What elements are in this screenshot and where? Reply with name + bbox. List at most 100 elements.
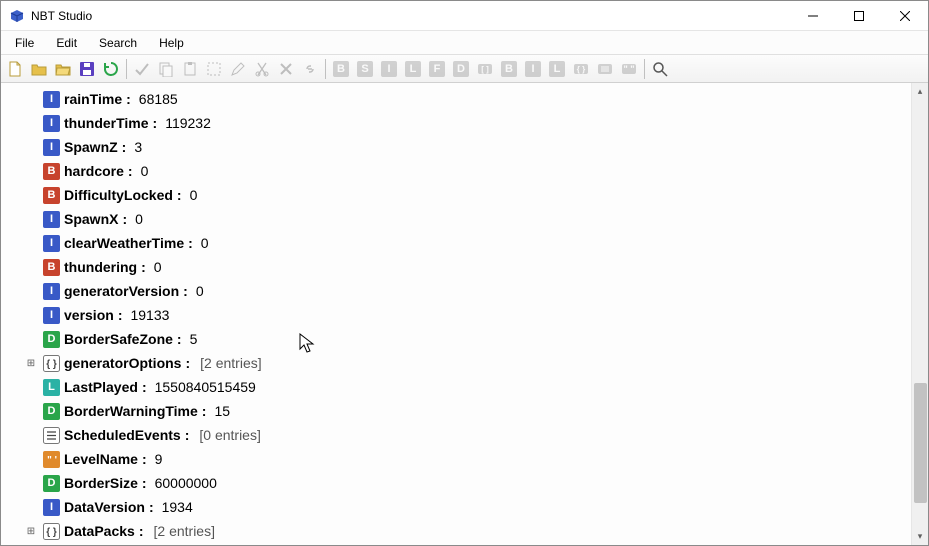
minimize-button[interactable]	[790, 1, 836, 31]
tree-row[interactable]: IrainTime:68185	[1, 87, 911, 111]
toolbar-separator	[325, 59, 326, 79]
tb-pencil[interactable]	[227, 58, 249, 80]
scroll-up-arrow[interactable]: ▴	[912, 83, 929, 100]
tb-tag-compound[interactable]: { }	[570, 58, 592, 80]
tree-row[interactable]: DBorderSafeZone:5	[1, 327, 911, 351]
bytearray-icon: [ ]	[477, 61, 493, 77]
tb-cut[interactable]	[251, 58, 273, 80]
colon: :	[122, 139, 127, 155]
tree-row[interactable]: IgeneratorVersion:0	[1, 279, 911, 303]
tb-copy[interactable]	[155, 58, 177, 80]
tree-row[interactable]: IclearWeatherTime:0	[1, 231, 911, 255]
colon: :	[128, 163, 133, 179]
tb-check[interactable]	[131, 58, 153, 80]
folder-open-icon	[55, 61, 71, 77]
svg-text:" ": " "	[47, 454, 57, 464]
vertical-scrollbar[interactable]: ▴ ▾	[911, 83, 928, 545]
tb-open-folder[interactable]	[28, 58, 50, 80]
tree-row[interactable]: " "LevelName:9	[1, 447, 911, 471]
menu-search[interactable]: Search	[89, 34, 147, 52]
menu-help[interactable]: Help	[149, 34, 194, 52]
tb-tag-string[interactable]: " "	[618, 58, 640, 80]
tree-row[interactable]: LLastPlayed:1550840515459	[1, 375, 911, 399]
scroll-thumb[interactable]	[914, 383, 927, 503]
file-icon	[7, 61, 23, 77]
expand-icon[interactable]: ⊞	[25, 357, 37, 369]
tag-value: 0	[190, 187, 198, 203]
toolbar-separator	[126, 59, 127, 79]
tag-value: 3	[134, 139, 142, 155]
tb-tag-byte[interactable]: B	[330, 58, 352, 80]
pencil-icon	[230, 61, 246, 77]
tree-row[interactable]: IDataVersion:1934	[1, 495, 911, 519]
expand-icon[interactable]: ⊞	[25, 525, 37, 537]
tb-tag-iarr[interactable]: I	[522, 58, 544, 80]
tag-key: generatorOptions	[64, 355, 181, 371]
tb-search[interactable]	[649, 58, 671, 80]
tree-row[interactable]: Bhardcore:0	[1, 159, 911, 183]
colon: :	[183, 283, 188, 299]
x-icon	[278, 61, 294, 77]
app-icon	[9, 8, 25, 24]
tree-row[interactable]: ⊞{ }generatorOptions:[2 entries]	[1, 351, 911, 375]
tag-key: BorderSafeZone	[64, 331, 173, 347]
tb-tag-int[interactable]: I	[378, 58, 400, 80]
tb-tag-larr[interactable]: L	[546, 58, 568, 80]
byte-tag-icon: B	[43, 187, 60, 204]
tag-value: 5	[190, 331, 198, 347]
tb-paste[interactable]	[179, 58, 201, 80]
tag-key: thunderTime	[64, 115, 149, 131]
tb-tag-short[interactable]: S	[354, 58, 376, 80]
colon: :	[177, 331, 182, 347]
nbt-tree[interactable]: IrainTime:68185IthunderTime:119232ISpawn…	[1, 83, 911, 545]
tb-select[interactable]	[203, 58, 225, 80]
byte-tag-icon: B	[43, 259, 60, 276]
tag-key: SpawnZ	[64, 139, 118, 155]
double-tag-icon: D	[43, 475, 60, 492]
tb-link[interactable]	[299, 58, 321, 80]
tree-row[interactable]: BDifficultyLocked:0	[1, 183, 911, 207]
close-button[interactable]	[882, 1, 928, 31]
tree-row[interactable]: ScheduledEvents:[0 entries]	[1, 423, 911, 447]
scroll-down-arrow[interactable]: ▾	[912, 528, 929, 545]
tag-key: thundering	[64, 259, 137, 275]
menubar: File Edit Search Help	[1, 31, 928, 55]
svg-text:{ }: { }	[46, 527, 57, 538]
tag-value: 0	[141, 163, 149, 179]
tree-row[interactable]: DBorderWarningTime:15	[1, 399, 911, 423]
tree-row[interactable]: ⊞{ }DataPacks:[2 entries]	[1, 519, 911, 543]
maximize-button[interactable]	[836, 1, 882, 31]
tag-value: 0	[135, 211, 143, 227]
copy-icon	[158, 61, 174, 77]
colon: :	[149, 499, 154, 515]
colon: :	[141, 259, 146, 275]
tb-refresh[interactable]	[100, 58, 122, 80]
int-tag-icon: I	[43, 235, 60, 252]
colon: :	[118, 307, 123, 323]
tb-delete[interactable]	[275, 58, 297, 80]
tag-key: DataVersion	[64, 499, 145, 515]
tb-tag-float[interactable]: F	[426, 58, 448, 80]
tree-row[interactable]: ISpawnZ:3	[1, 135, 911, 159]
tb-tag-barr[interactable]: B	[498, 58, 520, 80]
tree-row[interactable]: IthunderTime:119232	[1, 111, 911, 135]
select-icon	[206, 61, 222, 77]
tb-new-file[interactable]	[4, 58, 26, 80]
tb-save[interactable]	[76, 58, 98, 80]
toolbar: B S I L F D [ ] B I L { } " "	[1, 55, 928, 83]
colon: :	[177, 187, 182, 203]
tree-row[interactable]: DBorderSize:60000000	[1, 471, 911, 495]
tb-tag-double[interactable]: D	[450, 58, 472, 80]
tree-row[interactable]: Bthundering:0	[1, 255, 911, 279]
colon: :	[142, 451, 147, 467]
tb-tag-long[interactable]: L	[402, 58, 424, 80]
tag-key: LevelName	[64, 451, 138, 467]
tree-row[interactable]: ISpawnX:0	[1, 207, 911, 231]
tb-tag-bytearray[interactable]: [ ]	[474, 58, 496, 80]
tb-open-folder-alt[interactable]	[52, 58, 74, 80]
tag-key: BorderSize	[64, 475, 138, 491]
menu-edit[interactable]: Edit	[46, 34, 87, 52]
tree-row[interactable]: Iversion:19133	[1, 303, 911, 327]
menu-file[interactable]: File	[5, 34, 44, 52]
tb-tag-list[interactable]	[594, 58, 616, 80]
